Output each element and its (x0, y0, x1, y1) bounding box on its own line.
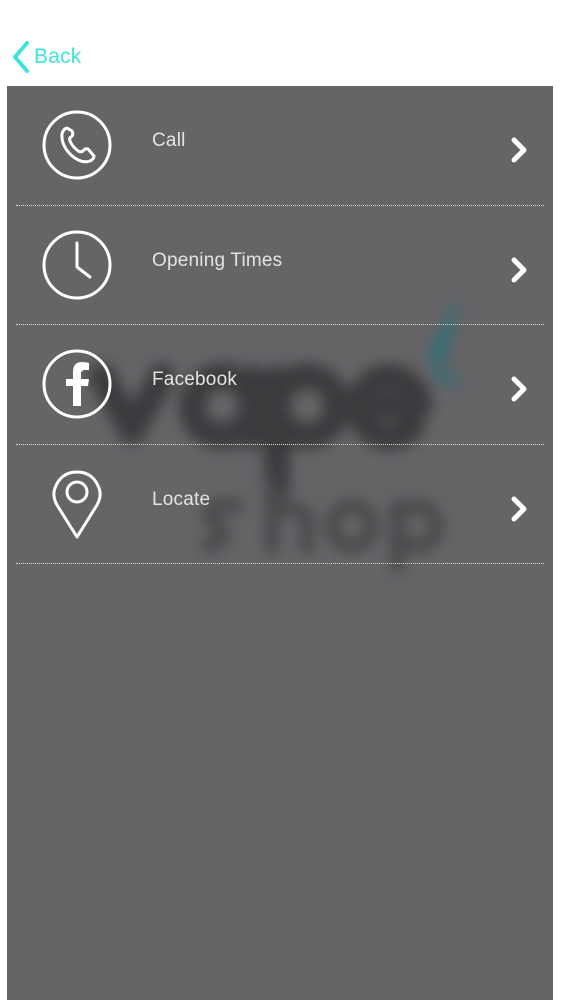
menu-item-opening-times[interactable]: Opening Times (7, 206, 553, 325)
menu-item-facebook[interactable]: Facebook (7, 325, 553, 445)
menu-item-label: Locate (152, 488, 211, 510)
chevron-right-icon (511, 376, 527, 402)
chevron-right-icon (511, 257, 527, 282)
contact-menu: Call Opening Times Facebook Locate (7, 86, 553, 564)
chevron-left-icon (13, 41, 29, 73)
phone-icon (42, 110, 112, 180)
menu-item-call[interactable]: Call (7, 86, 553, 206)
app-screen: Back Call Opening Times Facebook Locate (0, 0, 563, 1000)
navigation-bar: Back (0, 0, 563, 86)
location-pin-icon (52, 470, 102, 538)
menu-item-label: Facebook (152, 369, 238, 390)
chevron-right-icon (511, 137, 527, 163)
menu-item-locate[interactable]: Locate (7, 445, 553, 564)
divider (16, 563, 544, 564)
back-label: Back (34, 45, 82, 68)
chevron-right-icon (511, 496, 527, 521)
clock-icon (42, 230, 112, 299)
contact-panel: Call Opening Times Facebook Locate (7, 86, 553, 1000)
menu-item-label: Call (152, 130, 186, 151)
menu-item-label: Opening Times (152, 249, 283, 271)
back-button[interactable]: Back (10, 40, 82, 74)
facebook-icon (42, 349, 112, 419)
